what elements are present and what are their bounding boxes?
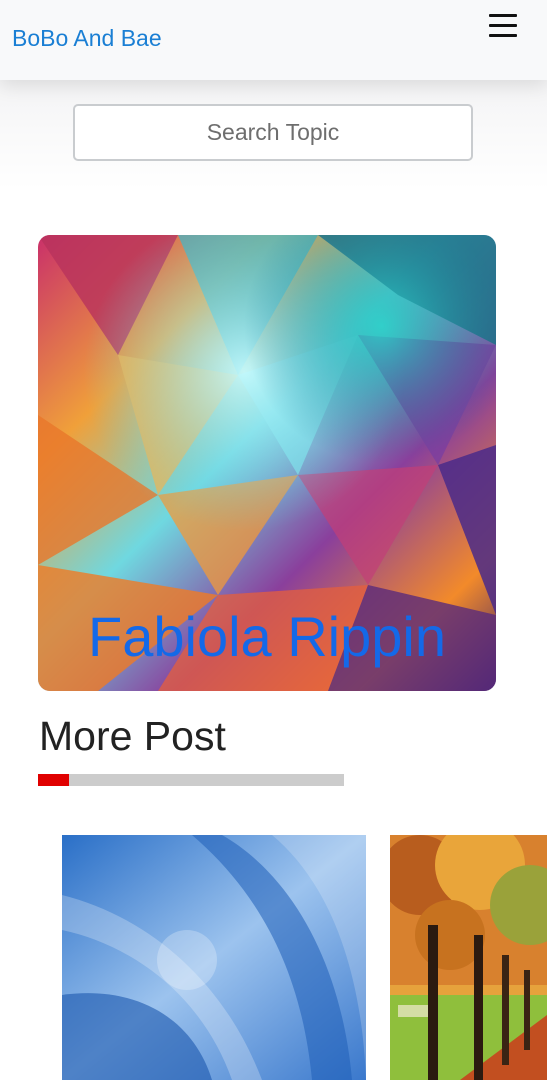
section-title: More Post bbox=[39, 713, 226, 759]
brand-link[interactable]: BoBo And Bae bbox=[12, 24, 162, 52]
navbar: BoBo And Bae bbox=[0, 0, 547, 80]
search-section bbox=[0, 80, 547, 190]
hero-card[interactable]: Fabiola Rippin bbox=[38, 235, 496, 691]
post-card[interactable] bbox=[62, 835, 366, 1080]
post-card-image bbox=[62, 835, 366, 1080]
section-underline bbox=[38, 774, 344, 786]
post-card-image bbox=[390, 835, 547, 1080]
hamburger-menu-icon[interactable] bbox=[486, 12, 520, 40]
hero-title[interactable]: Fabiola Rippin bbox=[38, 605, 496, 669]
section-underline-accent bbox=[38, 774, 69, 786]
search-input[interactable] bbox=[73, 104, 473, 161]
post-card[interactable] bbox=[390, 835, 547, 1080]
